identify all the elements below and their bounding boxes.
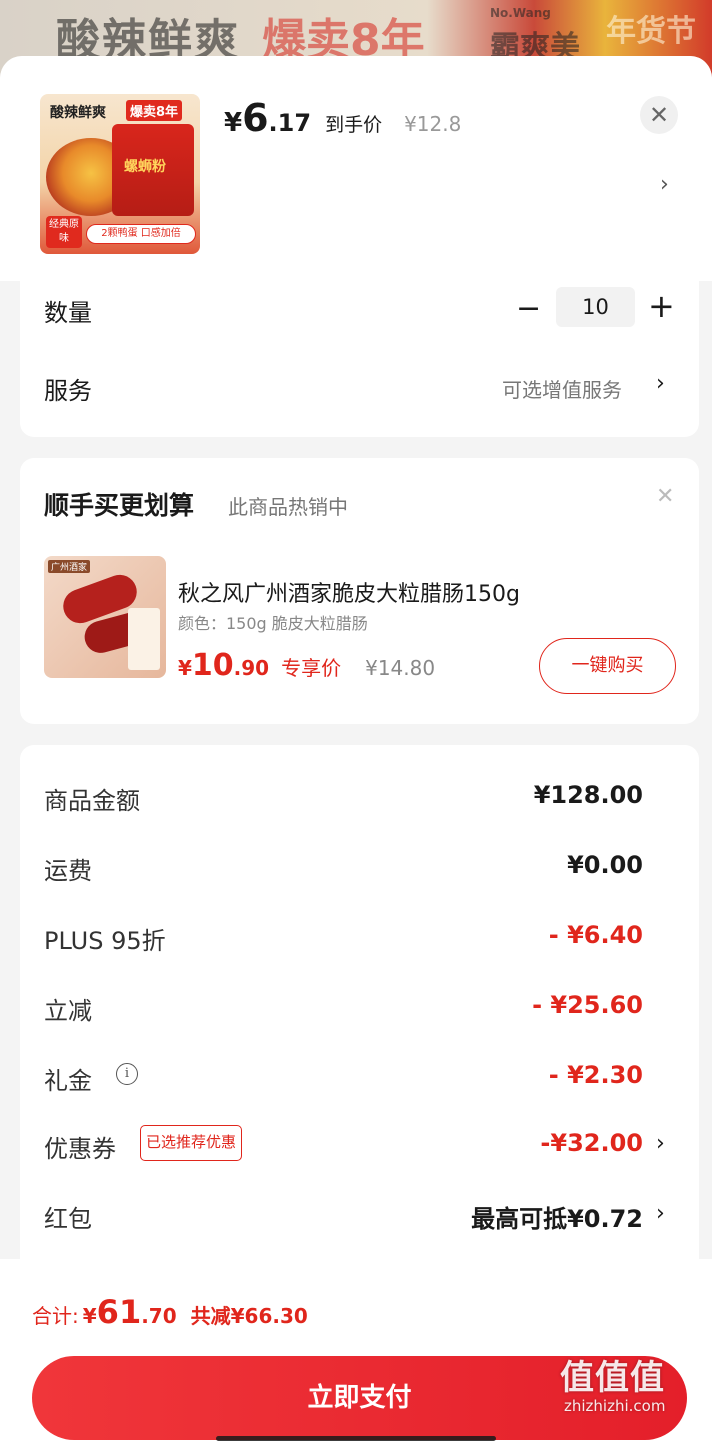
info-icon[interactable]: i <box>116 1063 138 1085</box>
fee-value: ¥128.00 <box>533 781 643 809</box>
watermark-site: zhizhizhi.com <box>564 1397 666 1415</box>
close-icon[interactable]: ✕ <box>640 96 678 134</box>
fee-value: 最高可抵¥0.72 <box>471 1205 643 1233</box>
fee-row-shipping: 运费 ¥0.00 <box>20 843 699 893</box>
fee-label: 商品金额 <box>44 787 140 815</box>
price-label: 到手价 <box>325 114 383 136</box>
package-graphic <box>128 608 160 670</box>
service-label: 服务 <box>44 377 92 405</box>
home-indicator[interactable] <box>216 1436 496 1441</box>
image-tag-left: 经典原味 <box>46 216 82 248</box>
upsell-title: 顺手买更划算 <box>44 491 195 520</box>
fee-row-subtotal: 商品金额 ¥128.00 <box>20 773 699 823</box>
price-integer: 6 <box>242 96 269 140</box>
fee-row-red-packet[interactable]: 红包 最高可抵¥0.72 › <box>20 1191 699 1241</box>
quantity-input[interactable]: 10 <box>556 287 635 327</box>
one-click-buy-button[interactable]: 一键购买 <box>539 638 676 694</box>
upsell-product-image[interactable]: 广州酒家 <box>44 556 166 678</box>
fee-label: 立减 <box>44 997 92 1025</box>
upsell-product-name[interactable]: 秋之风广州酒家脆皮大粒腊肠150g <box>178 576 520 608</box>
fee-row-plus-discount: PLUS 95折 - ¥6.40 <box>20 913 699 963</box>
upsell-card: 顺手买更划算 此商品热销中 ✕ 广州酒家 秋之风广州酒家脆皮大粒腊肠150g 颜… <box>20 458 699 724</box>
quantity-service-card: 数量 − 10 + 服务 可选增值服务 › <box>20 277 699 437</box>
fee-label: PLUS 95折 <box>44 927 166 955</box>
product-image[interactable]: 酸辣鲜爽 爆卖8年 螺蛳粉 经典原味 2颗鸭蛋 口感加倍 <box>40 94 200 254</box>
price-currency: ¥ <box>224 108 243 138</box>
upsell-original-price: ¥14.80 <box>365 656 436 680</box>
quantity-decrease-button[interactable]: − <box>516 291 541 326</box>
fee-row-gift-credit: 礼金 i - ¥2.30 <box>20 1053 699 1103</box>
fee-value: - ¥6.40 <box>548 921 643 949</box>
total-label: 合计: <box>32 1304 79 1328</box>
chevron-right-icon[interactable]: › <box>660 172 669 197</box>
upsell-subtitle: 此商品热销中 <box>228 495 348 519</box>
fee-value: - ¥2.30 <box>548 1061 643 1089</box>
close-icon[interactable]: ✕ <box>656 484 674 509</box>
banner-text: 年货节 <box>606 14 696 49</box>
chevron-right-icon[interactable]: › <box>656 1201 665 1226</box>
upsell-price-currency: ¥ <box>178 656 192 680</box>
site-watermark: 值值值 zhizhizhi.com <box>560 1350 700 1440</box>
upsell-price: ¥ 10 .90 专享价 ¥14.80 <box>178 648 435 683</box>
upsell-price-decimal: .90 <box>233 656 270 680</box>
fee-value: -¥32.00 <box>540 1129 643 1157</box>
checkout-sheet: 酸辣鲜爽 爆卖8年 螺蛳粉 经典原味 2颗鸭蛋 口感加倍 ¥ 6 .17 到手价… <box>0 56 712 1444</box>
fee-label: 优惠券 <box>44 1135 116 1163</box>
total-decimal: .70 <box>141 1304 177 1328</box>
upsell-image-tag: 广州酒家 <box>48 560 91 573</box>
service-value[interactable]: 可选增值服务 <box>502 374 622 403</box>
product-header: 酸辣鲜爽 爆卖8年 螺蛳粉 经典原味 2颗鸭蛋 口感加倍 ¥ 6 .17 到手价… <box>0 56 712 281</box>
original-price: ¥12.8 <box>404 112 462 136</box>
chevron-right-icon[interactable]: › <box>656 1131 665 1156</box>
watermark-logo: 值值值 <box>560 1358 665 1398</box>
upsell-price-tag: 专享价 <box>281 656 342 680</box>
product-price: ¥ 6 .17 到手价 ¥12.8 <box>224 96 461 140</box>
fee-value: ¥0.00 <box>567 851 643 879</box>
price-decimal: .17 <box>268 109 312 137</box>
fee-row-coupon[interactable]: 优惠券 已选推荐优惠 -¥32.00 › <box>20 1121 699 1171</box>
image-tag-right: 2颗鸭蛋 口感加倍 <box>86 224 196 244</box>
fee-row-instant-discount: 立减 - ¥25.60 <box>20 983 699 1033</box>
order-total: 合计: ¥ 61 .70 共减¥66.30 <box>32 1293 308 1331</box>
total-currency: ¥ <box>82 1304 97 1328</box>
total-savings: 共减¥66.30 <box>190 1304 308 1328</box>
fee-label: 礼金 <box>44 1067 92 1095</box>
upsell-product-spec: 颜色：150g 脆皮大粒腊肠 <box>178 614 368 633</box>
total-integer: 61 <box>96 1293 142 1331</box>
banner-text: No.Wang <box>490 6 551 20</box>
quantity-label: 数量 <box>44 299 92 327</box>
fee-label: 运费 <box>44 857 92 885</box>
image-headline: 酸辣鲜爽 <box>50 105 106 121</box>
price-breakdown-card: 商品金额 ¥128.00 运费 ¥0.00 PLUS 95折 - ¥6.40 立… <box>20 745 699 1275</box>
quantity-increase-button[interactable]: + <box>648 287 675 325</box>
fee-label: 红包 <box>44 1205 92 1233</box>
package-label: 螺蛳粉 <box>124 159 166 175</box>
fee-value: - ¥25.60 <box>532 991 643 1019</box>
upsell-price-integer: 10 <box>191 648 234 683</box>
coupon-selected-tag: 已选推荐优惠 <box>140 1125 243 1161</box>
image-badge: 爆卖8年 <box>126 100 183 121</box>
chevron-right-icon[interactable]: › <box>656 371 665 396</box>
